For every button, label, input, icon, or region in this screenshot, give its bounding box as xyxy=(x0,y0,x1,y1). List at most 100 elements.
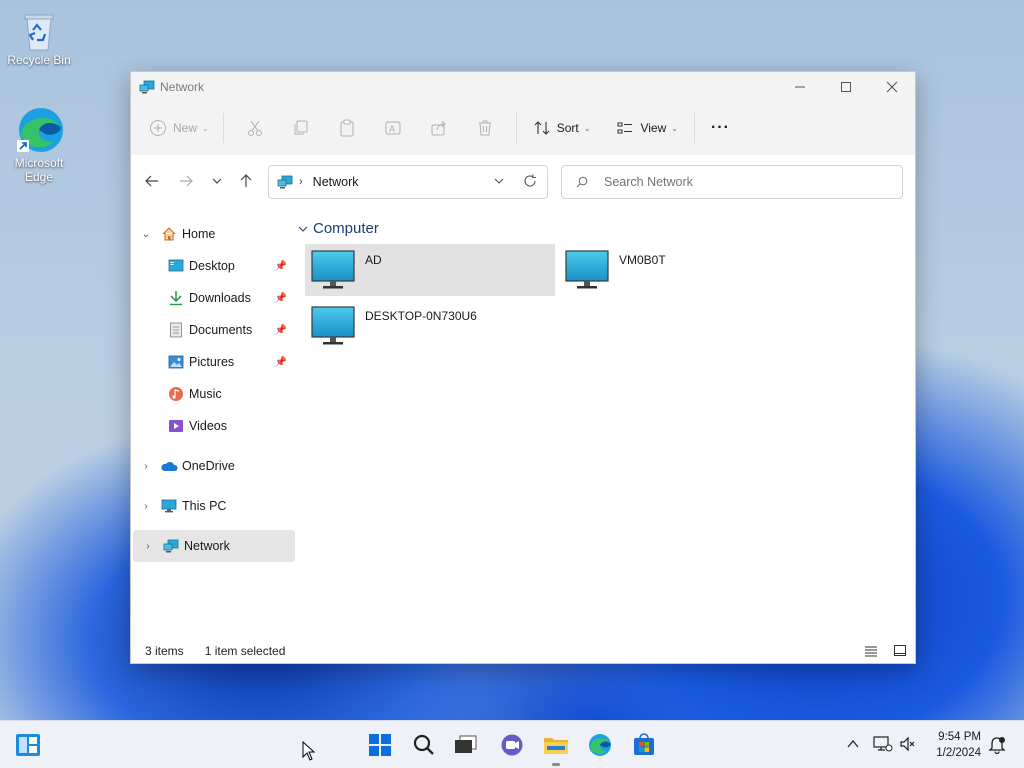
sidebar-item-documents[interactable]: Documents 📌 xyxy=(131,314,291,346)
chat-icon xyxy=(501,734,523,756)
network-icon xyxy=(139,80,155,93)
maximize-icon xyxy=(841,81,851,92)
chevron-right-icon: › xyxy=(144,460,148,472)
chevron-down-icon xyxy=(298,226,308,232)
search-taskbar-button[interactable] xyxy=(410,731,438,759)
forward-button[interactable] xyxy=(171,166,201,196)
rename-icon: A xyxy=(385,121,401,135)
see-more-button[interactable]: ··· xyxy=(711,119,730,137)
network-computer-vm0b0t[interactable]: VM0B0T xyxy=(559,244,809,296)
chevron-right-icon: › xyxy=(146,540,150,552)
close-button[interactable] xyxy=(869,72,915,101)
paste-button[interactable] xyxy=(334,115,360,141)
address-segment-network[interactable]: Network xyxy=(313,175,359,189)
task-view-icon xyxy=(455,735,477,753)
view-icon xyxy=(617,122,633,134)
copy-button[interactable] xyxy=(288,115,314,141)
rename-button[interactable]: A xyxy=(380,115,406,141)
sidebar-item-onedrive[interactable]: › OneDrive xyxy=(131,450,291,482)
notifications-button[interactable] xyxy=(988,736,1006,757)
start-button[interactable] xyxy=(366,731,394,759)
clock-time: 9:54 PM xyxy=(938,731,981,743)
sidebar-item-home[interactable]: ⌄ Home xyxy=(131,218,291,250)
pictures-icon xyxy=(168,355,184,369)
arrow-up-icon xyxy=(240,174,252,187)
delete-button[interactable] xyxy=(472,115,498,141)
group-title: Computer xyxy=(313,220,379,237)
chevron-right-icon: › xyxy=(144,500,148,512)
edge-taskbar-button[interactable] xyxy=(586,731,614,759)
show-hidden-icons-button[interactable] xyxy=(846,737,860,754)
selection-count: 1 item selected xyxy=(204,644,286,658)
music-icon xyxy=(169,387,183,401)
cut-button[interactable] xyxy=(242,115,268,141)
store-icon xyxy=(634,733,654,755)
sidebar-item-this-pc[interactable]: › This PC xyxy=(131,490,291,522)
navigation-pane: ⌄ Home Desktop 📌 Downloads 📌 Documents 📌… xyxy=(131,218,295,562)
scissors-icon xyxy=(247,120,262,136)
refresh-button[interactable] xyxy=(523,174,537,191)
sidebar-item-downloads[interactable]: Downloads 📌 xyxy=(131,282,291,314)
task-view-button[interactable] xyxy=(452,731,480,759)
trash-icon xyxy=(478,120,491,136)
microsoft-store-button[interactable] xyxy=(630,731,658,759)
view-label: View xyxy=(640,121,667,135)
clock[interactable]: 9:54 PM 1/2/2024 xyxy=(936,729,981,761)
windows-logo-icon xyxy=(369,734,391,756)
sort-label: Sort xyxy=(556,121,579,135)
address-dropdown-button[interactable] xyxy=(493,175,505,190)
chevron-down-icon xyxy=(212,178,222,184)
sidebar-item-pictures[interactable]: Pictures 📌 xyxy=(131,346,291,378)
sidebar-item-network[interactable]: › Network xyxy=(133,530,295,562)
file-explorer-taskbar-button[interactable] xyxy=(542,731,570,759)
minimize-button[interactable] xyxy=(777,72,823,101)
sidebar-item-music[interactable]: Music xyxy=(131,378,291,410)
search-input[interactable] xyxy=(602,174,886,190)
pin-icon: 📌 xyxy=(274,356,287,368)
new-button[interactable]: New ⌄ xyxy=(149,119,209,137)
toolbar-separator xyxy=(693,113,695,143)
clipboard-icon xyxy=(340,119,354,137)
arrow-left-icon xyxy=(145,175,158,187)
share-button[interactable] xyxy=(426,115,452,141)
cloud-icon xyxy=(161,461,178,471)
details-view-button[interactable] xyxy=(865,645,877,660)
up-button[interactable] xyxy=(231,166,261,196)
pin-icon: 📌 xyxy=(274,292,287,304)
desktop-icon-edge[interactable]: Microsoft Edge xyxy=(4,104,74,184)
copy-icon xyxy=(294,120,308,135)
sidebar-item-label: OneDrive xyxy=(182,459,235,473)
desktop-icon-recycle-bin[interactable]: Recycle Bin xyxy=(4,10,74,67)
group-header-computer[interactable]: Computer xyxy=(297,220,379,237)
volume-button[interactable] xyxy=(899,735,917,756)
tiles-view-button[interactable] xyxy=(894,645,906,660)
sidebar-item-videos[interactable]: Videos xyxy=(131,410,291,442)
chevron-down-icon xyxy=(494,178,504,184)
view-button[interactable]: View ⌄ xyxy=(616,119,678,137)
toolbar-separator xyxy=(515,113,517,143)
address-bar[interactable]: › Network xyxy=(268,165,548,199)
sort-icon xyxy=(534,121,550,135)
recycle-bin-icon xyxy=(19,10,59,51)
running-indicator xyxy=(552,763,560,766)
sort-button[interactable]: Sort ⌄ xyxy=(533,119,590,137)
widgets-icon xyxy=(16,734,40,756)
widgets-button[interactable] xyxy=(14,731,42,759)
command-bar: New ⌄ A Sort ⌄ View ⌄ ··· xyxy=(131,101,915,155)
refresh-icon xyxy=(524,174,536,187)
recent-locations-button[interactable] xyxy=(202,166,232,196)
network-computer-desktop-0n730u6[interactable]: DESKTOP-0N730U6 xyxy=(305,300,555,352)
sidebar-item-desktop[interactable]: Desktop 📌 xyxy=(131,250,291,282)
sidebar-item-label: Music xyxy=(189,387,222,401)
search-box[interactable] xyxy=(561,165,903,199)
mouse-cursor xyxy=(302,740,316,764)
back-button[interactable] xyxy=(137,166,167,196)
maximize-button[interactable] xyxy=(823,72,869,101)
teams-chat-button[interactable] xyxy=(498,731,526,759)
search-icon xyxy=(413,734,434,755)
network-computer-ad[interactable]: AD xyxy=(305,244,555,296)
network-status-button[interactable] xyxy=(873,735,893,756)
folder-icon xyxy=(544,738,568,754)
taskbar: 9:54 PM 1/2/2024 xyxy=(0,720,1024,768)
item-label: DESKTOP-0N730U6 xyxy=(365,309,477,323)
